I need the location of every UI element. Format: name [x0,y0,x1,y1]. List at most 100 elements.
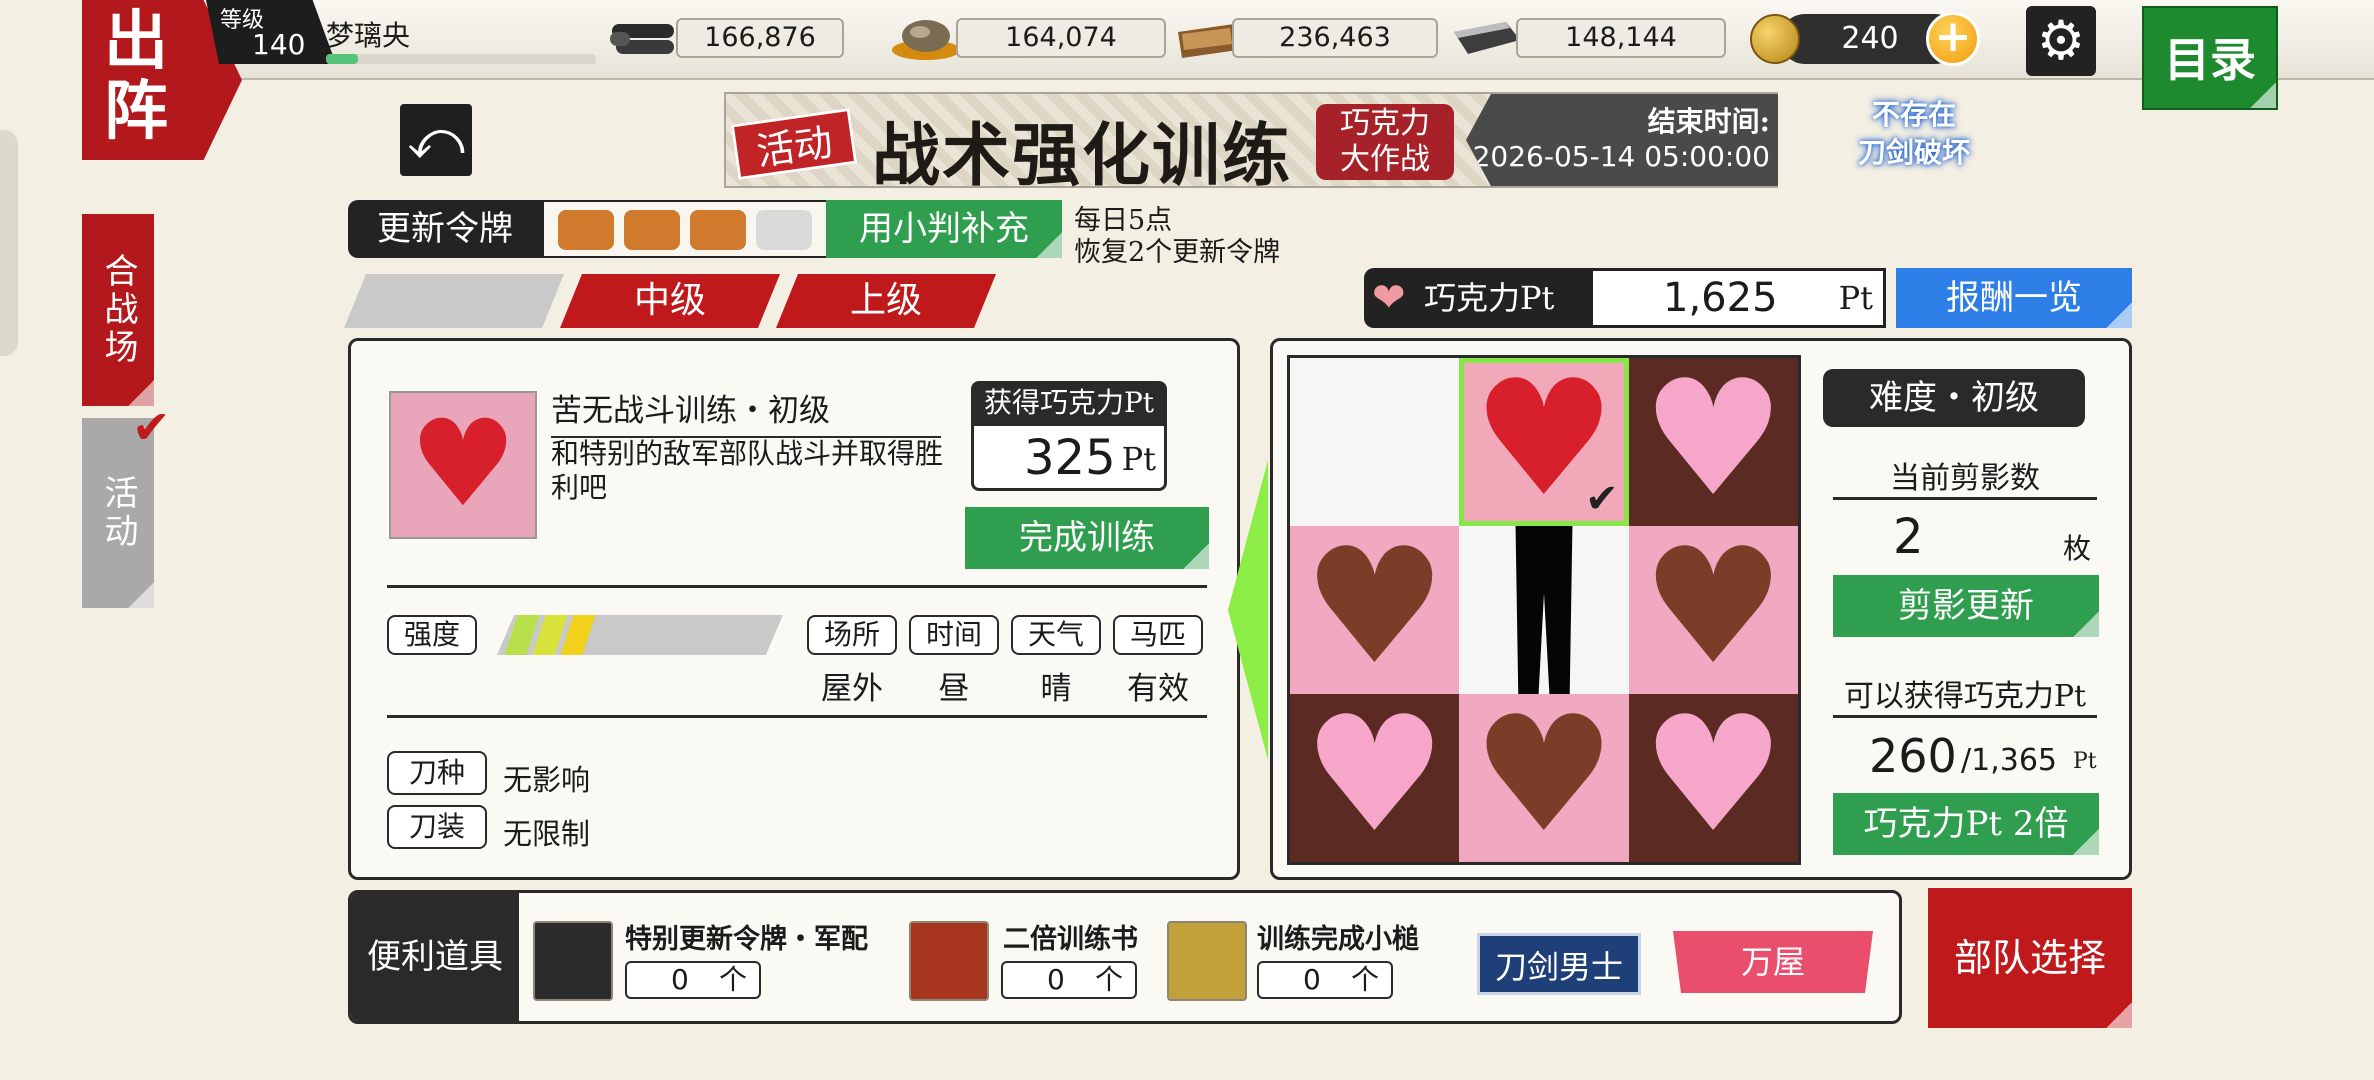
chocolate-pt-value: 1,625 [1663,275,1778,321]
obtainable-pt-current: 260 [1869,729,1957,783]
event-end-time: 2026-05-14 05:00:00 [1472,140,1770,173]
gain-pt-label: 获得巧克力Pt [971,381,1167,425]
silhouette-cell[interactable]: ♥ [1628,694,1798,862]
chocolate-heart-icon: ♥ [1302,694,1447,862]
gear-icon[interactable]: ⚙ [2026,6,2096,76]
refill-with-koban-button[interactable]: 用小判补充 [826,200,1062,258]
divider [387,715,1207,718]
item-count-box: 0 个 [1257,961,1393,999]
chocolate-heart-icon: ♥ [409,395,517,534]
cooling-material-resource-value: 236,463 [1232,18,1438,58]
token-icon [690,210,746,250]
chocolate-heart-icon: ♥ [1302,526,1447,694]
chocolate-heart-icon: ♥ [1472,694,1616,862]
item-count-unit: 个 [1094,963,1123,996]
equipment-value: 无限制 [503,817,591,851]
event-checkmark-icon: ✔ [132,400,171,454]
shop-button[interactable]: 万屋 [1673,931,1873,993]
tab-beginner[interactable]: 初级 [344,274,564,328]
item-count: 0 [1303,963,1321,996]
token-icon [624,210,680,250]
obtainable-pt-max: /1,365 [1961,743,2057,778]
tab-battlefield[interactable]: 合战场 [82,214,154,406]
menu-button[interactable]: 目录 [2142,6,2278,110]
chocolate-heart-icon: ♥ [1641,358,1786,526]
silhouette-cell[interactable]: ♥ ✔ [1459,358,1629,526]
condition-value-horse: 有效 [1127,671,1189,707]
event-end-time-box: 结束时间: 2026-05-14 05:00:00 [1466,94,1778,186]
gain-pt-value: 325 [1024,430,1116,486]
silhouette-panel: ♥ ✔ ♥ ♥ ♥ ♥ ♥ ♥ 难度・初级 当前剪影数 2 枚 剪影更新 可以获得巧克力Pt … [1270,338,2132,880]
add-koban-button[interactable]: + [1926,12,1980,66]
condition-label-time: 时间 [909,615,999,655]
divider [387,585,1207,588]
tab-intermediate[interactable]: 中级 [560,274,780,328]
update-token-label: 更新令牌 [348,200,542,258]
chocolate-pt-box: 1,625 Pt [1590,268,1886,328]
silhouette-cell[interactable]: ♥ [1628,358,1798,526]
condition-label-horse: 马匹 [1113,615,1203,655]
double-training-book-icon[interactable] [909,921,989,1001]
item-name: 训练完成小槌 [1257,924,1419,955]
token-note-line2: 恢复2个更新令牌 [1074,237,1281,268]
event-end-label: 结束时间: [1647,105,1770,138]
charcoal-resource-value: 166,876 [676,18,844,58]
double-pt-button[interactable]: 巧克力Pt 2倍 [1833,793,2099,855]
koban-coin-icon [1750,14,1800,64]
event-tag: 活动 [730,107,858,181]
complete-training-button[interactable]: 完成训练 [965,507,1209,569]
difficulty-label: 难度・初级 [1823,369,2085,427]
touken-danshi-logo-button[interactable]: 刀剑男士 [1477,933,1641,995]
obtainable-pt-label: 可以获得巧克力Pt [1843,679,2087,714]
item-count-unit: 个 [1350,963,1379,996]
tab-advanced[interactable]: 上级 [776,274,996,328]
charcoal-resource-icon [606,10,682,66]
special-token-icon[interactable] [533,921,613,1001]
silhouette-cell[interactable]: ♥ [1628,526,1798,694]
event-subtitle: 巧克力 大作战 [1316,104,1454,180]
sortie-label-line1: 出 [104,4,168,79]
silhouette-cell[interactable]: ♥ [1290,526,1460,694]
silhouette-refresh-button[interactable]: 剪影更新 [1833,575,2099,637]
item-count-box: 0 个 [1001,961,1137,999]
player-name: 梦璃央 [326,19,411,52]
silhouette-count-value: 2 [1893,509,1924,565]
silhouette-cell[interactable] [1459,526,1629,694]
chocolate-pt-unit: Pt [1838,279,1873,317]
whetstone-resource-value: 148,144 [1516,18,1726,58]
gain-pt-box: 325 Pt [971,423,1167,491]
silhouette-cell[interactable]: ♥ [1459,694,1629,862]
side-drawer-handle[interactable] [0,130,18,356]
item-count: 0 [671,963,689,996]
token-empty-icon [756,210,812,250]
mission-description: 和特别的敌军部队战斗并取得胜利吧 [551,437,944,504]
items-label: 便利道具 [351,893,519,1021]
reward-list-button[interactable]: 报酬一览 [1896,268,2132,328]
training-hammer-icon[interactable] [1167,921,1247,1001]
divider [1833,497,2097,500]
item-count-box: 0 个 [625,961,761,999]
squad-select-button[interactable]: 部队选择 [1928,888,2132,1028]
condition-label-weather: 天气 [1011,615,1101,655]
strength-meter [497,615,783,655]
event-banner: 活动 战术强化训练 巧克力 大作战 结束时间: 2026-05-14 05:00:… [724,92,1778,196]
tamahagane-resource-value: 164,074 [956,18,1166,58]
item-name: 二倍训练书 [1003,924,1138,955]
strength-segment [560,615,596,655]
item-count-unit: 个 [718,963,747,996]
mission-title: 苦无战斗训练・初级 [551,385,941,438]
selected-check-icon: ✔ [1585,476,1619,522]
item-name: 特别更新令牌・军配 [625,924,868,955]
silhouette-cell[interactable] [1290,358,1460,526]
mission-image: ♥ [389,391,537,539]
token-icon [558,210,614,250]
xp-bar [326,54,596,64]
silhouette-cell[interactable]: ♥ [1290,694,1460,862]
gain-pt-unit: Pt [1121,440,1156,478]
silhouette-count-label: 当前剪影数 [1890,461,2040,496]
chocolate-heart-icon: ♥ [1641,526,1786,694]
tamahagane-resource-icon [888,10,964,66]
item-count: 0 [1047,963,1065,996]
back-button[interactable]: ⤺ [400,104,472,176]
strength-label: 强度 [387,615,477,655]
